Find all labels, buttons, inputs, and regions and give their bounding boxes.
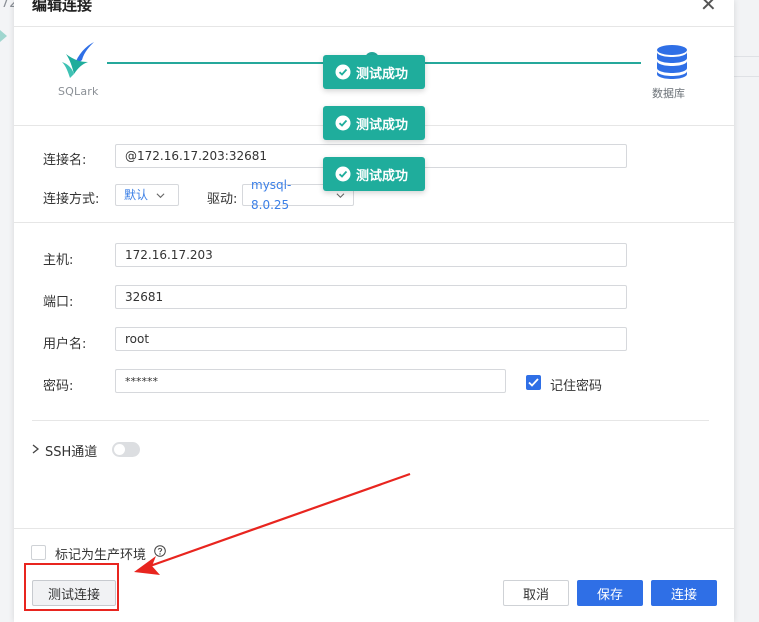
step-sqlark-label: SQLark [58,85,99,98]
annotation-highlight-box [24,563,119,611]
background-app-right [734,0,759,622]
toast-text: 测试成功 [356,168,409,184]
footer-divider [14,528,734,529]
success-toast: 测试成功 [323,157,425,191]
database-icon [657,45,687,79]
port-label: 端口: [43,295,74,310]
remember-password-label: 记住密码 [550,379,603,394]
chevron-right-icon[interactable] [31,444,40,454]
section-divider [32,420,709,421]
step-database-label: 数据库 [652,87,685,100]
check-circle-icon [335,115,351,131]
check-circle-icon [335,166,351,182]
toast-text: 测试成功 [356,117,409,133]
username-input[interactable] [115,327,627,351]
background-arrow-icon [0,30,7,42]
connection-name-label: 连接名: [43,153,87,168]
mark-production-checkbox[interactable] [31,545,46,560]
port-input[interactable] [115,285,627,309]
username-label: 用户名: [43,337,87,352]
sqlark-logo-icon [62,42,94,78]
dialog-title: 编辑连接 [32,0,93,14]
connection-method-select[interactable]: 默认 [115,184,179,206]
section-divider [14,222,734,223]
driver-value: mysql-8.0.25 [251,178,292,212]
check-circle-icon [335,64,351,80]
toggle-knob [114,444,125,455]
background-app-left: 72 [0,0,18,622]
ssh-tunnel-label: SSH通道 [45,445,98,460]
password-input[interactable] [115,369,506,393]
cancel-button[interactable]: 取消 [503,580,569,606]
save-button[interactable]: 保存 [577,580,643,606]
edit-connection-dialog: 编辑连接 ✕ SQLark 数据库 连接名: 连接方式: 默认 驱动: mysq… [14,0,734,622]
remember-password-checkbox[interactable] [526,375,541,390]
chevron-down-icon [156,192,165,198]
host-label: 主机: [43,253,74,268]
chevron-down-icon [336,192,345,198]
ssh-tunnel-toggle[interactable] [112,442,140,457]
host-input[interactable] [115,243,627,267]
connect-button[interactable]: 连接 [651,580,717,606]
connection-method-value: 默认 [124,188,149,202]
success-toast: 测试成功 [323,55,425,89]
mark-production-label: 标记为生产环境 [55,548,147,563]
header-divider [14,26,734,27]
close-icon[interactable]: ✕ [700,0,717,16]
help-icon[interactable] [154,545,166,557]
toast-text: 测试成功 [356,66,409,82]
driver-label: 驱动: [207,192,238,207]
connection-method-label: 连接方式: [43,192,100,207]
password-label: 密码: [43,379,74,394]
success-toast: 测试成功 [323,106,425,140]
check-icon [528,378,539,387]
